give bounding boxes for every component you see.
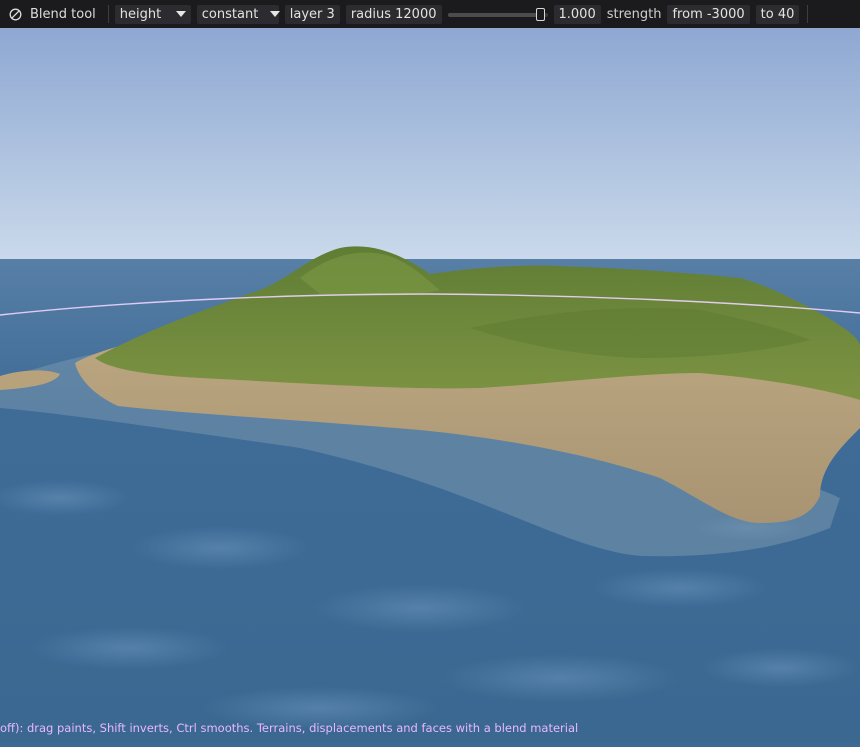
mode-dropdown[interactable]: constant — [196, 4, 281, 24]
attribute-dropdown[interactable]: height — [114, 4, 191, 24]
slider-fill — [447, 12, 545, 17]
mode-value: constant — [201, 6, 259, 22]
3d-viewport[interactable] — [0, 28, 860, 743]
toolbar: Blend tool height constant layer 3 radiu… — [0, 0, 860, 28]
from-field[interactable]: from -3000 — [667, 4, 750, 24]
scene — [0, 28, 860, 743]
slider-thumb[interactable] — [535, 7, 545, 21]
attribute-value: height — [119, 6, 162, 22]
status-hint: off): drag paints, Shift inverts, Ctrl s… — [0, 721, 579, 735]
to-field[interactable]: to 40 — [755, 4, 800, 24]
blend-icon — [8, 7, 22, 21]
strength-slider[interactable] — [447, 5, 548, 24]
radius-field[interactable]: radius 12000 — [345, 4, 442, 24]
sky — [0, 28, 860, 260]
toolbar-separator — [107, 5, 109, 23]
layer-field[interactable]: layer 3 — [284, 4, 340, 24]
strength-value-field[interactable]: 1.000 — [553, 4, 601, 24]
chevron-down-icon — [175, 11, 186, 17]
tool-title: Blend tool — [30, 6, 96, 22]
strength-label: strength — [606, 6, 662, 22]
chevron-down-icon — [270, 11, 281, 17]
toolbar-separator — [807, 5, 809, 23]
